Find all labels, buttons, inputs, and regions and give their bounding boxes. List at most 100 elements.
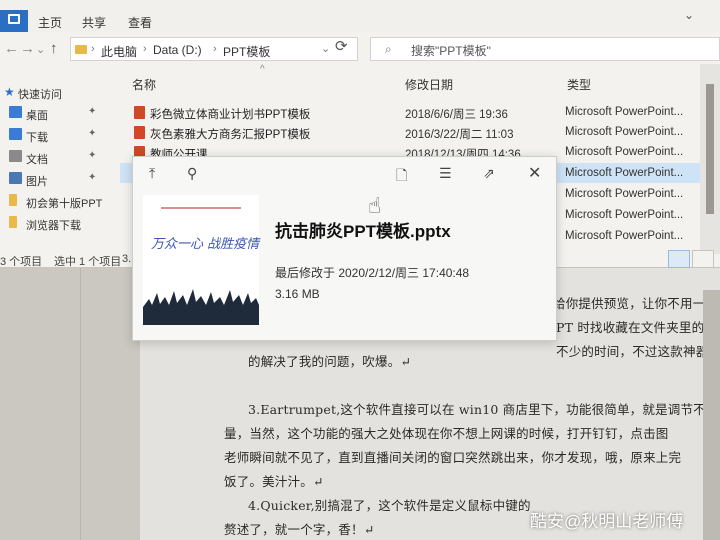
pin-icon[interactable]: ✦ [88, 106, 96, 117]
recent-dropdown-icon[interactable]: ⌄ [36, 43, 45, 56]
doc-line: 4.Quicker,别搞混了，这个软件是定义鼠标中键的 [248, 498, 531, 513]
ribbon-expand-icon[interactable]: ⌄ [684, 8, 694, 22]
back-arrow-icon[interactable]: ← [4, 40, 19, 57]
file-type: Microsoft PowerPoint... [565, 146, 684, 158]
sidebar-item-pictures[interactable]: 图片 ✦ [0, 169, 108, 189]
file-date: 2016/3/22/周二 11:03 [405, 129, 514, 141]
search-placeholder: 搜索"PPT模板" [411, 44, 491, 58]
sidebar-item-documents[interactable]: 文档 ✦ [0, 147, 108, 167]
file-type: Microsoft PowerPoint... [565, 126, 684, 138]
pictures-icon [9, 172, 22, 184]
details-view-button[interactable] [668, 250, 690, 268]
desktop-icon [9, 106, 22, 118]
pin-icon[interactable]: ✦ [88, 172, 96, 183]
chevron-right-icon[interactable]: › [143, 43, 147, 55]
doc-line: 的解决了我的问题，吹爆。↵ [248, 354, 412, 369]
sidebar-item-label: 下载 [26, 132, 48, 144]
watermark: 酷安@秋明山老师傅 [530, 512, 684, 531]
open-location-icon[interactable]: ⤒ [149, 165, 155, 182]
tab-view[interactable]: 查看 [128, 14, 152, 31]
file-date: 2018/6/6/周三 19:36 [405, 109, 508, 121]
file-icon [8, 14, 20, 24]
doc-line: PT 时找收藏在文件夹里的 [556, 320, 705, 335]
sidebar-item-folder[interactable]: 浏览器下载 [0, 213, 108, 233]
sort-chevron-icon: ^ [260, 64, 265, 75]
pin-icon[interactable]: ✦ [88, 150, 96, 161]
sidebar-item-label: 文档 [26, 154, 48, 166]
file-preview-card: ⤒ ⚲ 🗋 ☰ ⇗ ✕ 万众一心 战胜疫情 ☝ 抗击肺炎PPT模板.pptx 最… [132, 156, 557, 341]
refresh-icon[interactable]: ⟳ [335, 37, 348, 55]
powerpoint-file-icon [134, 106, 145, 119]
slide-header-line [161, 207, 241, 209]
doc-line: 饭了。美汁汁。↵ [224, 474, 324, 489]
ribbon: 主页 共享 查看 ⌄ [0, 0, 720, 32]
file-name: 彩色微立体商业计划书PPT模板 [150, 109, 311, 121]
column-header-type[interactable]: 类型 [567, 76, 591, 93]
sidebar-item-label: 初会第十版PPT [26, 198, 103, 210]
file-type: Microsoft PowerPoint... [565, 167, 684, 179]
preview-file-name: 抗击肺炎PPT模板.pptx [275, 222, 451, 241]
breadcrumb-drive[interactable]: Data (D:) [153, 43, 202, 57]
file-type: Microsoft PowerPoint... [565, 106, 684, 118]
doc-line: 赘述了，就一个字，香！↵ [224, 522, 375, 537]
sidebar-item-label: 浏览器下载 [26, 220, 81, 232]
search-icon: ⌕ [385, 42, 392, 56]
document-icon [9, 150, 22, 162]
slide-slogan: 万众一心 战胜疫情 [151, 237, 260, 252]
address-bar: ← → ⌄ ↑ › 此电脑 › Data (D:) › PPT模板 ⌄ ⟳ ⌕ … [0, 34, 720, 64]
file-type: Microsoft PowerPoint... [565, 209, 684, 221]
sidebar-item-label: 桌面 [26, 110, 48, 122]
selected-size: 3. [122, 253, 132, 265]
pin-icon[interactable]: ⚲ [187, 165, 197, 182]
preview-modified-date: 最后修改于 2020/2/12/周三 17:40:48 [275, 266, 470, 280]
breadcrumb-folder[interactable]: PPT模板 [223, 43, 270, 60]
star-icon: ★ [4, 85, 15, 99]
doc-line: 不少的时间，不过这款神器 [556, 344, 709, 359]
chevron-right-icon[interactable]: › [213, 43, 217, 55]
up-arrow-icon[interactable]: ↑ [50, 40, 58, 57]
file-list-scrollbar[interactable] [700, 64, 720, 254]
sidebar-item-label: 图片 [26, 176, 48, 188]
sidebar-item-label: 快速访问 [18, 89, 62, 101]
file-menu-button[interactable] [0, 10, 28, 32]
search-input[interactable]: ⌕ 搜索"PPT模板" [370, 37, 720, 61]
file-row[interactable]: 灰色素雅大方商务汇报PPT模板 2016/3/22/周二 11:03 Micro… [120, 122, 705, 142]
tab-share[interactable]: 共享 [82, 14, 106, 31]
slide-thumbnail: 万众一心 战胜疫情 [143, 195, 259, 325]
column-header-date[interactable]: 修改日期 [405, 76, 453, 93]
file-name: 灰色素雅大方商务汇报PPT模板 [150, 129, 311, 141]
chevron-right-icon[interactable]: › [91, 43, 95, 55]
powerpoint-file-icon [134, 126, 145, 139]
crowd-silhouette-image [143, 289, 259, 325]
download-icon [9, 128, 22, 140]
sidebar-item-quick-access[interactable]: ★ 快速访问 [0, 82, 108, 102]
pin-icon[interactable]: ✦ [88, 128, 96, 139]
preview-file-size: 3.16 MB [275, 287, 320, 301]
file-row[interactable]: 彩色微立体商业计划书PPT模板 2018/6/6/周三 19:36 Micros… [120, 102, 705, 122]
folder-icon [75, 45, 87, 54]
sidebar-item-downloads[interactable]: 下载 ✦ [0, 125, 108, 145]
open-file-icon[interactable]: 🗋 [396, 165, 407, 189]
file-type: Microsoft PowerPoint... [565, 188, 684, 200]
address-dropdown-icon[interactable]: ⌄ [321, 42, 330, 55]
selected-count: 选中 1 个项目 [54, 256, 122, 268]
document-left-margin [0, 268, 140, 540]
details-list-icon[interactable]: ☰ [439, 165, 452, 182]
tab-home[interactable]: 主页 [38, 14, 62, 31]
file-type: Microsoft PowerPoint... [565, 230, 684, 242]
scrollbar-thumb[interactable] [706, 84, 714, 214]
address-field[interactable]: › 此电脑 › Data (D:) › PPT模板 ⌄ [70, 37, 358, 61]
hand-cursor-icon: ☝ [368, 193, 382, 218]
sidebar-item-desktop[interactable]: 桌面 ✦ [0, 103, 108, 123]
column-header-name[interactable]: 名称 [132, 76, 156, 93]
document-scrollbar[interactable] [703, 290, 720, 540]
navigation-pane: ★ 快速访问 桌面 ✦ 下载 ✦ 文档 ✦ 图片 ✦ 初会第十版PPT 浏览器下… [0, 70, 108, 250]
share-icon[interactable]: ⇗ [483, 165, 495, 182]
doc-line: 给你提供预览，让你不用一 [553, 296, 706, 311]
large-icons-view-button[interactable] [692, 250, 714, 268]
breadcrumb-this-pc[interactable]: 此电脑 [101, 43, 137, 60]
sidebar-item-folder[interactable]: 初会第十版PPT [0, 191, 108, 211]
forward-arrow-icon[interactable]: → [20, 40, 35, 57]
doc-line: 量，当然，这个功能的强大之处体现在你不想上网课的时候，打开钉钉，点击图 [224, 426, 669, 441]
close-icon[interactable]: ✕ [528, 163, 541, 183]
